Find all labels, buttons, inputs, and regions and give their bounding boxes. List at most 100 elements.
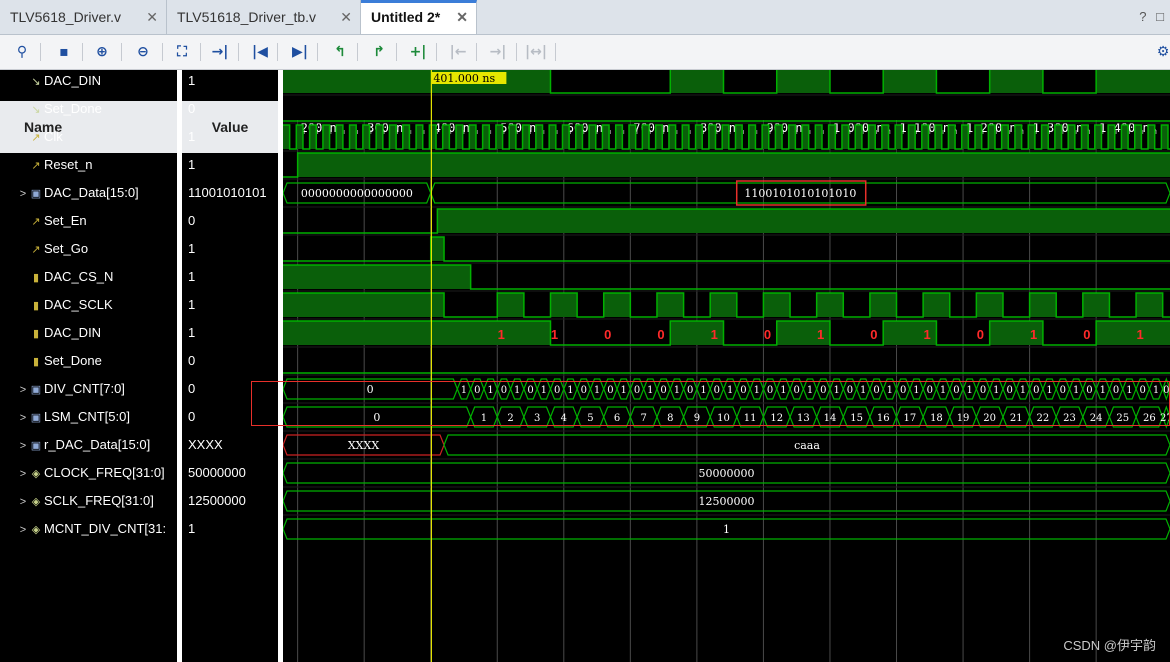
expand-chevron-icon[interactable]: >: [16, 460, 30, 487]
expand-chevron-icon[interactable]: >: [16, 516, 30, 543]
signal-row[interactable]: ▮ Set_Done: [0, 347, 177, 375]
param-icon: ◈: [31, 496, 41, 508]
tab-tlv51618-driver-tb[interactable]: TLV51618_Driver_tb.v ✕: [167, 0, 361, 34]
next-marker-icon[interactable]: →|: [486, 40, 510, 64]
expand-chevron-icon[interactable]: >: [16, 180, 30, 207]
signal-row[interactable]: > ▣ DIV_CNT[7:0]: [0, 375, 177, 403]
signal-row[interactable]: > ◈ CLOCK_FREQ[31:0]: [0, 459, 177, 487]
previous-transition-icon[interactable]: ↰: [328, 40, 352, 64]
wave-high-fill: [283, 265, 471, 289]
signal-row[interactable]: ↗ Clk: [0, 123, 177, 151]
signal-value: 1: [188, 129, 196, 144]
wave-high-fill: [828, 125, 836, 149]
wave-high-fill: [682, 125, 689, 149]
signal-value: 1: [188, 73, 196, 88]
signal-row[interactable]: ↗ Reset_n: [0, 151, 177, 179]
din-bit-annotation: 1: [817, 327, 824, 342]
wave-high-fill: [710, 293, 737, 317]
wave-high-fill: [482, 125, 490, 149]
digital-waveform: [283, 236, 1170, 262]
signal-row[interactable]: ↗ Set_Go: [0, 235, 177, 263]
signal-row[interactable]: ▮ DAC_SCLK: [0, 291, 177, 319]
wave-high-fill: [869, 293, 897, 317]
signal-row[interactable]: > ◈ MCNT_DIV_CNT[31:: [0, 515, 177, 543]
signal-row[interactable]: ▮ DAC_DIN: [0, 319, 177, 347]
wave-high-fill: [923, 293, 950, 317]
tab-tlv5618-driver[interactable]: TLV5618_Driver.v ✕: [0, 0, 167, 34]
expand-chevron-icon[interactable]: >: [16, 432, 30, 459]
signal-name-label: DAC_DIN: [44, 325, 102, 340]
wave-high-fill: [735, 125, 743, 149]
signal-value: 11001010101: [188, 185, 267, 200]
maximize-icon[interactable]: □: [1156, 9, 1164, 24]
zoom-out-icon[interactable]: ⊖: [131, 40, 155, 64]
din-bit-annotation: 0: [977, 327, 984, 342]
wave-high-fill: [976, 293, 1003, 317]
zoom-fit-icon[interactable]: ⛶: [170, 40, 194, 64]
window-controls: ? □: [1139, 0, 1170, 34]
search-icon[interactable]: ⚲: [10, 40, 34, 64]
swap-cursors-icon[interactable]: |↔|: [524, 40, 548, 64]
help-icon[interactable]: ?: [1139, 9, 1146, 24]
input-port-icon: ↗: [31, 216, 41, 228]
close-icon[interactable]: ✕: [146, 0, 158, 34]
wave-high-fill: [868, 125, 876, 149]
close-icon[interactable]: ✕: [340, 0, 352, 34]
signal-row[interactable]: > ▣ r_DAC_Data[15:0]: [0, 431, 177, 459]
settings-icon[interactable]: ⚙: [1156, 40, 1170, 64]
wave-high-fill: [763, 293, 791, 317]
wave-high-fill: [509, 125, 516, 149]
wave-high-fill: [1096, 70, 1170, 93]
toolbar-separator: [40, 43, 41, 61]
wave-high-fill: [1029, 293, 1057, 317]
previous-marker-icon[interactable]: |←: [446, 40, 470, 64]
wave-high-fill: [670, 70, 724, 93]
signal-value: 1: [188, 297, 196, 312]
expand-chevron-icon[interactable]: >: [16, 488, 30, 515]
signal-row[interactable]: ↘ DAC_DIN: [0, 67, 177, 95]
go-to-end-icon[interactable]: ▶|: [288, 40, 312, 64]
bus-value-label: 12500000: [699, 495, 755, 508]
input-port-icon: ↗: [31, 244, 41, 256]
close-icon[interactable]: ✕: [456, 3, 468, 31]
bus-value-label: 50000000: [699, 467, 755, 480]
zoom-in-icon[interactable]: ⊕: [90, 40, 114, 64]
expand-chevron-icon[interactable]: >: [16, 376, 30, 403]
signal-row[interactable]: > ▣ LSM_CNT[5:0]: [0, 403, 177, 431]
din-bit-annotation: 0: [870, 327, 877, 342]
wave-high-fill: [656, 293, 684, 317]
wave-high-fill: [776, 70, 830, 93]
save-icon[interactable]: ▪: [52, 40, 76, 64]
expand-chevron-icon[interactable]: >: [16, 404, 30, 431]
bus-value-label: XXXX: [348, 439, 379, 452]
wave-high-fill: [456, 125, 463, 149]
signal-name-label: DIV_CNT[7:0]: [44, 381, 125, 396]
tab-untitled-2[interactable]: Untitled 2* ✕: [361, 0, 477, 34]
wave-high-fill: [402, 125, 410, 149]
toolbar-separator: [238, 43, 239, 61]
toolbar-separator: [277, 43, 278, 61]
signal-row[interactable]: ↗ Set_En: [0, 207, 177, 235]
signal-row[interactable]: > ▣ DAC_Data[15:0]: [0, 179, 177, 207]
wave-high-fill: [748, 125, 756, 149]
go-to-start-icon[interactable]: |◀: [248, 40, 272, 64]
signal-value: 1: [188, 325, 196, 340]
wave-high-fill: [389, 125, 397, 149]
signal-row[interactable]: ▮ DAC_CS_N: [0, 263, 177, 291]
next-transition-icon[interactable]: ↱: [367, 40, 391, 64]
wave-high-fill: [283, 321, 551, 345]
signal-value: 0: [188, 353, 196, 368]
signal-row[interactable]: > ◈ SCLK_FREQ[31:0]: [0, 487, 177, 515]
wave-high-fill: [975, 125, 982, 149]
watermark: CSDN @伊宇韵: [1063, 638, 1156, 653]
wave-high-fill: [948, 125, 956, 149]
add-marker-icon[interactable]: +|: [406, 40, 430, 64]
wave-high-fill: [283, 70, 551, 93]
signal-value: 50000000: [188, 465, 246, 480]
waveform-canvas[interactable]: 200 ns 300 ns 400 ns 500 ns 600 ns 700 ns 800 …: [283, 70, 1170, 662]
wave-high-fill: [603, 293, 631, 317]
signal-row[interactable]: ↘ Set_Done: [0, 95, 177, 123]
go-to-cursor-icon[interactable]: →|: [208, 40, 232, 64]
wave-high-fill: [1136, 293, 1163, 317]
wave-high-fill: [522, 125, 530, 149]
